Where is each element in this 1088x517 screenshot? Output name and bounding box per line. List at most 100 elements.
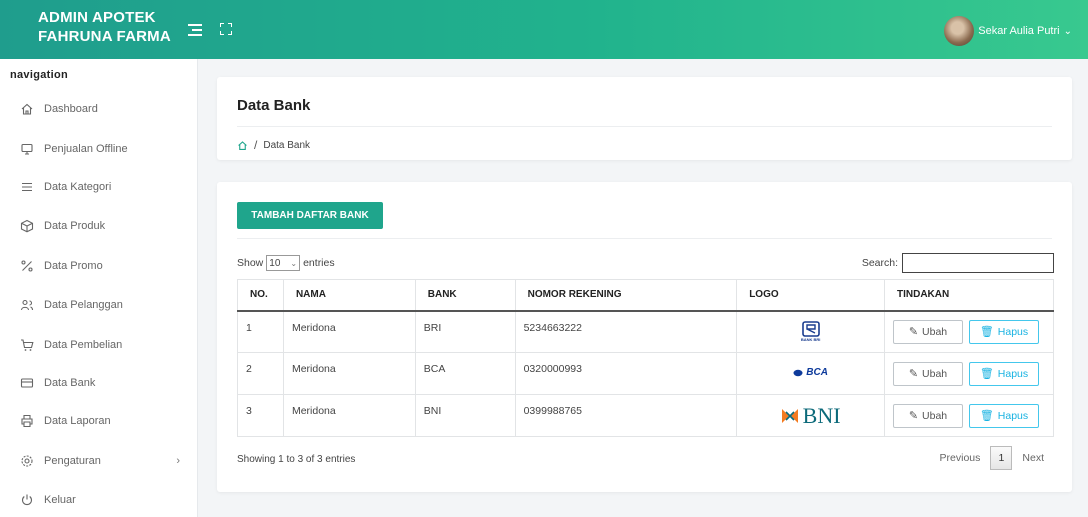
bca-logo: BCA <box>793 367 828 378</box>
cell-nama: Meridona <box>282 394 416 437</box>
cell-bank: BCA <box>414 352 516 395</box>
trash-icon: 🗑 <box>979 326 994 339</box>
top-header: ADMIN APOTEK FAHRUNA FARMA Sekar Aulia P… <box>0 0 1088 59</box>
avatar <box>944 16 975 46</box>
edit-button[interactable]: ✎ Ubah <box>892 403 963 428</box>
cell-logo: BCA <box>736 352 885 395</box>
sidebar-item-pengaturan[interactable]: Pengaturan › <box>20 451 190 471</box>
sidebar-item-keluar[interactable]: Keluar <box>20 490 190 510</box>
monitor-icon <box>21 143 33 155</box>
bni-logo-text: BNI <box>802 402 841 428</box>
column-header[interactable]: BANK <box>414 279 516 312</box>
show-label: Show <box>237 257 264 269</box>
table-header-row: NO. NAMA BANK NOMOR REKENING LOGO TINDAK… <box>237 279 1055 312</box>
search-control: Search: <box>862 253 1054 273</box>
chevron-right-icon: › <box>176 455 180 467</box>
table-row: 1 Meridona BRI 5234663222 BANK BRI ✎ Ubah… <box>237 310 1055 353</box>
cell-logo: BANK BRI <box>736 310 885 353</box>
chevron-down-icon: ⌄ <box>290 258 298 268</box>
table-row: 2 Meridona BCA 0320000993 BCA ✎ Ubah 🗑 Hap… <box>237 352 1055 395</box>
sidebar-item-dashboard[interactable]: Dashboard <box>20 99 190 119</box>
users-icon <box>20 299 34 311</box>
table-row: 3 Meridona BNI 0399988765 BNI ✎ Ubah 🗑 Hap… <box>237 394 1055 437</box>
sidebar-item-label: Penjualan Offline <box>44 143 128 155</box>
bank-table: NO. NAMA BANK NOMOR REKENING LOGO TINDAK… <box>237 279 1055 437</box>
entries-label: entries <box>303 257 335 269</box>
delete-button[interactable]: 🗑 Hapus <box>968 319 1039 344</box>
cell-nama: Meridona <box>282 310 416 353</box>
cell-bank: BNI <box>414 394 516 437</box>
sidebar-item-label: Data Laporan <box>44 415 111 427</box>
cell-no: 3 <box>237 394 284 437</box>
box-icon <box>20 219 34 233</box>
printer-icon <box>21 414 33 428</box>
sidebar-item-data-kategori[interactable]: Data Kategori <box>20 177 190 197</box>
cell-no: 1 <box>237 310 284 353</box>
sidebar-item-label: Pengaturan <box>44 455 101 467</box>
previous-page-button[interactable]: Previous <box>930 452 991 464</box>
power-icon <box>22 494 32 506</box>
bri-logo: BANK BRI <box>800 321 821 343</box>
add-bank-button[interactable]: TAMBAH DAFTAR BANK <box>237 202 383 229</box>
sidebar-item-data-pembelian[interactable]: Data Pembelian <box>20 335 190 355</box>
sidebar-item-data-bank[interactable]: Data Bank <box>20 373 190 393</box>
column-header[interactable]: LOGO <box>736 279 885 312</box>
sidebar-item-data-pelanggan[interactable]: Data Pelanggan <box>20 295 190 315</box>
user-name: Sekar Aulia Putri <box>978 25 1060 37</box>
menu-toggle-icon[interactable] <box>188 24 202 36</box>
column-header[interactable]: NOMOR REKENING <box>514 279 738 312</box>
column-header[interactable]: TINDAKAN <box>883 279 1055 312</box>
edit-icon: ✎ <box>908 368 919 380</box>
column-header[interactable]: NAMA <box>282 279 416 312</box>
cell-rekening: 0399988765 <box>514 394 738 437</box>
cell-rekening: 5234663222 <box>514 310 738 353</box>
delete-button[interactable]: 🗑 Hapus <box>968 361 1039 386</box>
cell-actions: ✎ Ubah 🗑 Hapus <box>883 352 1055 395</box>
column-header[interactable]: NO. <box>237 279 284 312</box>
delete-button[interactable]: 🗑 Hapus <box>968 403 1039 428</box>
percent-icon <box>21 260 33 272</box>
list-icon <box>22 182 32 192</box>
cell-bank: BRI <box>414 310 516 353</box>
nav-title: navigation <box>10 69 69 81</box>
divider <box>237 238 1052 239</box>
brand-title: ADMIN APOTEK FAHRUNA FARMA <box>38 9 171 45</box>
cell-nama: Meridona <box>282 352 416 395</box>
page-title: Data Bank <box>237 97 311 114</box>
breadcrumb: / Data Bank <box>237 138 310 152</box>
breadcrumb-current: Data Bank <box>263 139 311 151</box>
edit-button[interactable]: ✎ Ubah <box>892 319 963 344</box>
trash-icon: 🗑 <box>979 410 994 422</box>
bni-logo: BNI <box>781 403 841 429</box>
sidebar-item-label: Dashboard <box>44 103 98 115</box>
home-icon <box>21 103 33 115</box>
divider <box>237 126 1052 127</box>
user-menu[interactable]: Sekar Aulia Putri ⌄ <box>944 16 1072 46</box>
edit-button[interactable]: ✎ Ubah <box>892 361 963 386</box>
sidebar-item-data-produk[interactable]: Data Produk <box>20 216 190 236</box>
page-header-panel: Data Bank / Data Bank <box>217 77 1072 160</box>
cart-icon <box>21 339 34 351</box>
bca-logo-text: BCA <box>806 367 828 379</box>
sidebar-item-label: Data Promo <box>44 260 103 272</box>
cell-no: 2 <box>237 352 284 395</box>
pagination: Previous 1 Next <box>930 446 1054 470</box>
sidebar-item-label: Data Bank <box>44 377 96 389</box>
edit-icon: ✎ <box>908 410 919 422</box>
fullscreen-icon[interactable] <box>220 23 232 35</box>
sidebar-item-data-laporan[interactable]: Data Laporan <box>20 411 190 431</box>
sidebar-item-data-promo[interactable]: Data Promo <box>20 256 190 276</box>
credit-card-icon <box>20 378 34 388</box>
page-number-button[interactable]: 1 <box>990 446 1013 470</box>
entries-select[interactable]: 10 ⌄ <box>266 255 301 271</box>
sidebar-item-penjualan-offline[interactable]: Penjualan Offline <box>20 139 190 159</box>
cell-actions: ✎ Ubah 🗑 Hapus <box>883 394 1055 437</box>
home-icon[interactable] <box>237 140 248 151</box>
cell-logo: BNI <box>736 394 885 437</box>
bri-logo-caption: BANK BRI <box>800 337 821 343</box>
next-page-button[interactable]: Next <box>1012 452 1054 464</box>
trash-icon: 🗑 <box>979 368 994 380</box>
search-label: Search: <box>861 257 898 269</box>
sidebar: navigation Dashboard Penjualan Offline D… <box>0 59 198 517</box>
search-input[interactable] <box>902 253 1054 273</box>
